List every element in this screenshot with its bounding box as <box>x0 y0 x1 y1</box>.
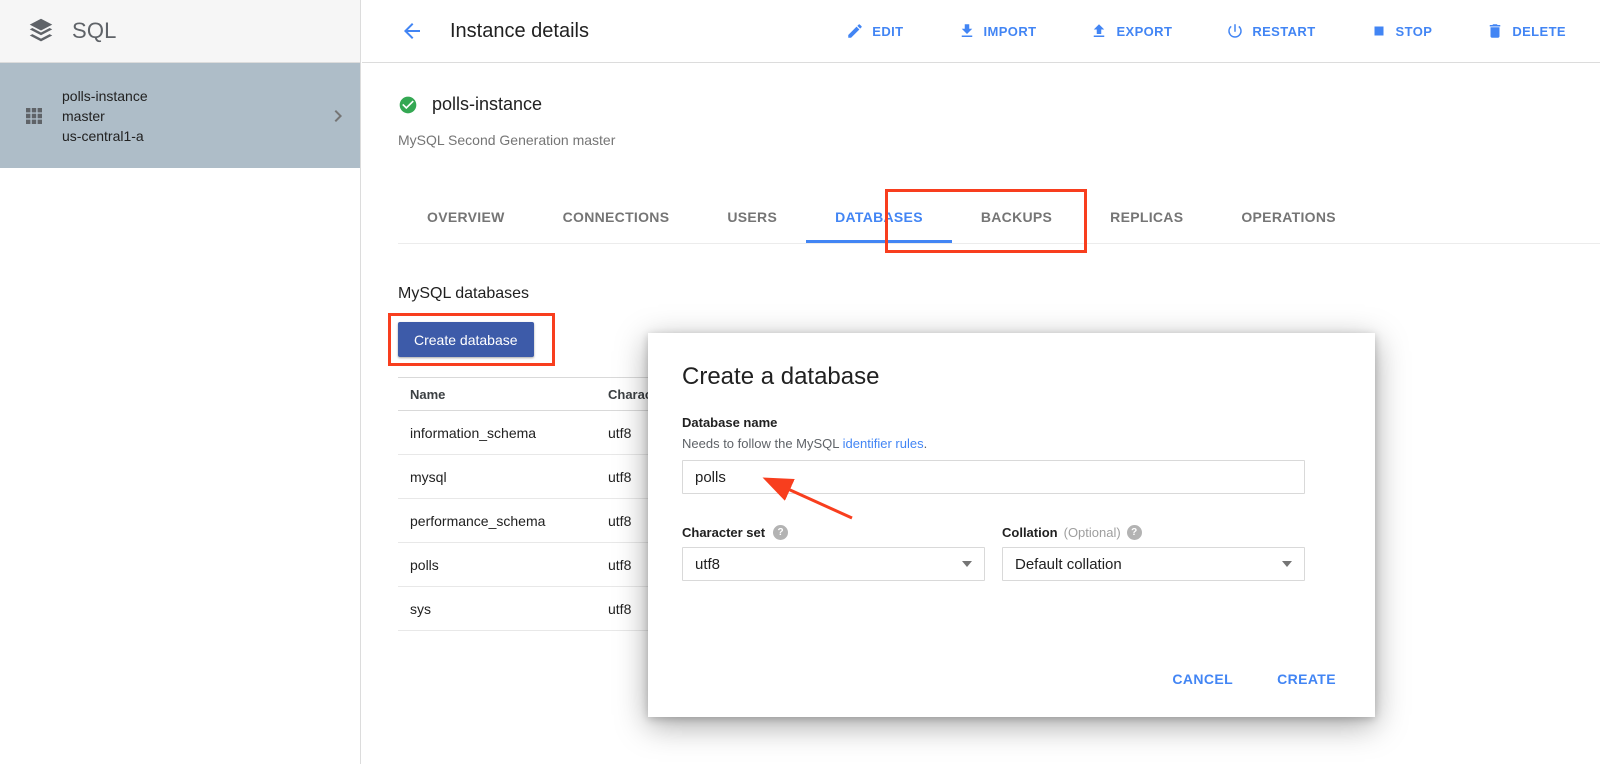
db-name: mysql <box>398 455 596 499</box>
collation-label: Collation <box>1002 525 1058 540</box>
import-icon <box>958 22 976 40</box>
tab-overview[interactable]: OVERVIEW <box>398 190 534 243</box>
stop-button[interactable]: STOP <box>1370 22 1433 40</box>
instance-summary: polls-instance master us-central1-a <box>62 86 310 146</box>
sidebar: polls-instance master us-central1-a <box>0 63 361 764</box>
tab-backups[interactable]: BACKUPS <box>952 190 1081 243</box>
charset-select[interactable]: utf8 <box>682 547 985 581</box>
instance-title: polls-instance <box>432 94 542 115</box>
db-name: sys <box>398 587 596 631</box>
stop-icon <box>1370 22 1388 40</box>
edit-button-label: EDIT <box>872 24 903 39</box>
collation-select[interactable]: Default collation <box>1002 547 1305 581</box>
cloud-sql-logo-icon <box>26 16 56 46</box>
import-button-label: IMPORT <box>984 24 1037 39</box>
export-button-label: EXPORT <box>1116 24 1172 39</box>
edit-button[interactable]: EDIT <box>846 22 903 40</box>
tab-operations[interactable]: OPERATIONS <box>1212 190 1365 243</box>
create-button[interactable]: CREATE <box>1273 669 1340 689</box>
dialog-title: Create a database <box>682 363 879 391</box>
delete-button[interactable]: DELETE <box>1486 22 1566 40</box>
export-button[interactable]: EXPORT <box>1090 22 1172 40</box>
restart-button[interactable]: RESTART <box>1226 22 1315 40</box>
charset-selected-value: utf8 <box>695 556 720 573</box>
db-name: performance_schema <box>398 499 596 543</box>
section-heading: MySQL databases <box>398 285 529 303</box>
create-database-dialog: Create a database Database name Needs to… <box>648 333 1375 717</box>
trash-icon <box>1486 22 1504 40</box>
collation-label-row: Collation (Optional) ? <box>1002 525 1142 540</box>
page-title: Instance details <box>450 20 589 43</box>
instance-subtitle: MySQL Second Generation master <box>398 132 615 148</box>
cancel-button[interactable]: CANCEL <box>1168 669 1237 689</box>
collation-optional-label: (Optional) <box>1064 525 1121 540</box>
chevron-down-icon <box>962 561 972 567</box>
status-check-icon <box>398 95 418 115</box>
identifier-rules-link[interactable]: identifier rules <box>843 436 924 451</box>
chevron-down-icon <box>1282 561 1292 567</box>
delete-button-label: DELETE <box>1512 24 1566 39</box>
sidebar-item-polls-instance[interactable]: polls-instance master us-central1-a <box>0 63 360 168</box>
database-name-help: Needs to follow the MySQL identifier rul… <box>682 436 927 451</box>
restart-button-label: RESTART <box>1252 24 1315 39</box>
db-name: information_schema <box>398 411 596 455</box>
instance-name: polls-instance <box>62 88 148 104</box>
instance-grid-icon <box>22 104 46 128</box>
help-text-prefix: Needs to follow the MySQL <box>682 436 843 451</box>
charset-label: Character set <box>682 525 765 540</box>
charset-label-row: Character set ? <box>682 525 788 540</box>
create-database-button[interactable]: Create database <box>398 322 534 357</box>
pencil-icon <box>846 22 864 40</box>
tab-connections[interactable]: CONNECTIONS <box>534 190 699 243</box>
topbar-actions: EDIT IMPORT EXPORT RESTART STOP DELETE <box>846 22 1566 40</box>
dialog-footer: CANCEL CREATE <box>1168 669 1340 689</box>
instance-role: master <box>62 108 105 124</box>
db-name: polls <box>398 543 596 587</box>
back-arrow-icon[interactable] <box>400 19 424 43</box>
database-name-input[interactable] <box>682 460 1305 494</box>
product-name: SQL <box>72 18 117 44</box>
collation-help-icon[interactable]: ? <box>1127 525 1142 540</box>
tab-bar: OVERVIEW CONNECTIONS USERS DATABASES BAC… <box>398 190 1600 244</box>
tab-users[interactable]: USERS <box>698 190 806 243</box>
topbar: Instance details EDIT IMPORT EXPORT REST… <box>362 0 1600 63</box>
column-header-name: Name <box>398 378 596 411</box>
tab-databases[interactable]: DATABASES <box>806 190 952 243</box>
database-name-label: Database name <box>682 415 777 430</box>
collation-selected-value: Default collation <box>1015 556 1122 573</box>
instance-header: polls-instance <box>398 94 542 115</box>
stop-button-label: STOP <box>1396 24 1433 39</box>
export-icon <box>1090 22 1108 40</box>
charset-help-icon[interactable]: ? <box>773 525 788 540</box>
tab-replicas[interactable]: REPLICAS <box>1081 190 1212 243</box>
import-button[interactable]: IMPORT <box>958 22 1037 40</box>
chevron-right-icon[interactable] <box>326 104 350 128</box>
product-header: SQL <box>0 0 361 63</box>
instance-zone: us-central1-a <box>62 128 144 144</box>
help-text-suffix: . <box>924 436 928 451</box>
power-icon <box>1226 22 1244 40</box>
